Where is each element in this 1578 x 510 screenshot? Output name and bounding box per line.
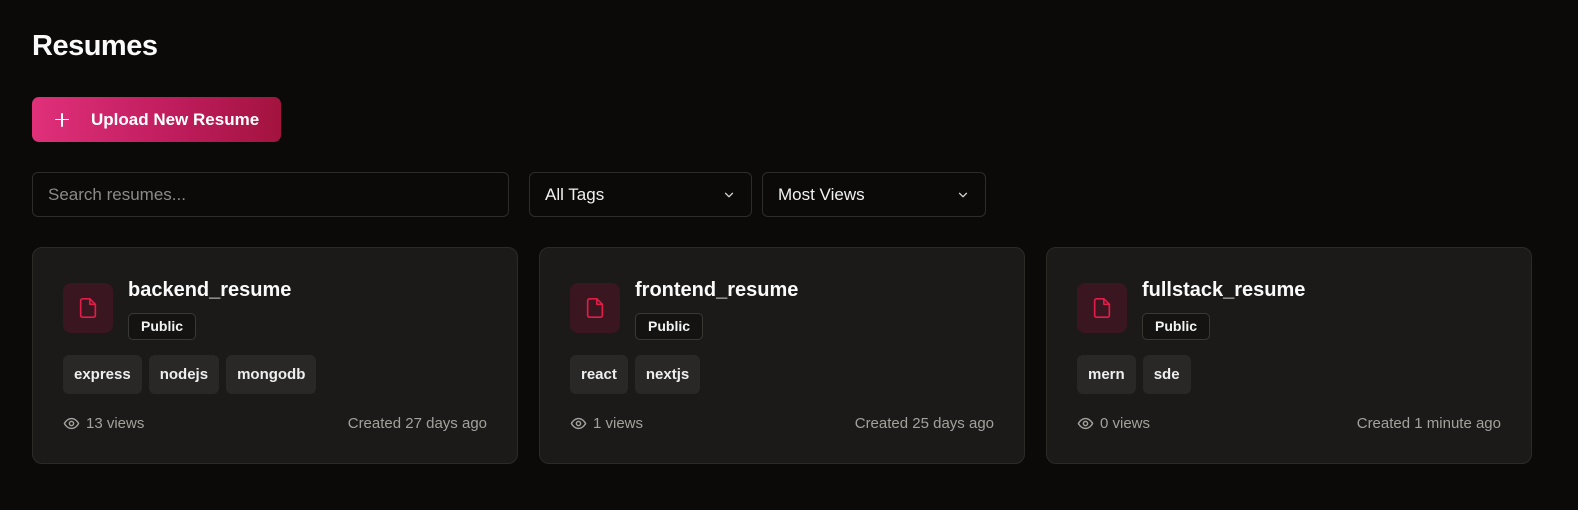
resumes-page: Resumes Upload New Resume All Tags Most … bbox=[0, 0, 1578, 510]
visibility-badge: Public bbox=[635, 313, 704, 340]
tags-filter-select[interactable]: All Tags bbox=[529, 172, 752, 217]
view-count: 13 views bbox=[63, 415, 144, 432]
tag-chip[interactable]: mongodb bbox=[226, 355, 317, 394]
tag-chip[interactable]: express bbox=[63, 355, 142, 394]
created-date: Created 25 days ago bbox=[854, 415, 994, 432]
file-icon bbox=[1077, 283, 1127, 333]
resume-name[interactable]: backend_resume bbox=[128, 279, 291, 302]
tag-chip[interactable]: nextjs bbox=[634, 355, 701, 394]
tag-chip[interactable]: nodejs bbox=[148, 355, 220, 394]
tags-filter-value: All Tags bbox=[545, 184, 605, 204]
resume-name[interactable]: fullstack_resume bbox=[1142, 279, 1305, 302]
view-count-label: 13 views bbox=[86, 415, 145, 432]
tag-chip[interactable]: mern bbox=[1077, 355, 1136, 394]
sort-value: Most Views bbox=[778, 184, 865, 204]
resume-card[interactable]: fullstack_resume Public mern sde 0 views… bbox=[1046, 247, 1532, 464]
plus-icon bbox=[52, 110, 72, 130]
view-count-label: 1 views bbox=[593, 415, 644, 432]
created-date: Created 1 minute ago bbox=[1356, 415, 1501, 432]
resume-card[interactable]: frontend_resume Public react nextjs 1 vi… bbox=[539, 247, 1025, 464]
view-count: 0 views bbox=[1077, 415, 1150, 432]
tag-list: express nodejs mongodb bbox=[63, 355, 317, 394]
created-date: Created 27 days ago bbox=[347, 415, 487, 432]
page-title: Resumes bbox=[32, 30, 158, 62]
file-icon bbox=[63, 283, 113, 333]
search-input[interactable] bbox=[32, 172, 509, 217]
eye-icon bbox=[63, 417, 80, 430]
upload-resume-label: Upload New Resume bbox=[91, 109, 260, 129]
view-count: 1 views bbox=[570, 415, 643, 432]
resume-card[interactable]: backend_resume Public express nodejs mon… bbox=[32, 247, 518, 464]
tag-list: mern sde bbox=[1077, 355, 1191, 394]
sort-select[interactable]: Most Views bbox=[762, 172, 986, 217]
view-count-label: 0 views bbox=[1100, 415, 1151, 432]
upload-resume-button[interactable]: Upload New Resume bbox=[32, 97, 281, 142]
tag-list: react nextjs bbox=[570, 355, 701, 394]
chevron-down-icon bbox=[724, 192, 734, 197]
eye-icon bbox=[1077, 417, 1094, 430]
eye-icon bbox=[570, 417, 587, 430]
chevron-down-icon bbox=[958, 192, 968, 197]
file-icon bbox=[570, 283, 620, 333]
tag-chip[interactable]: sde bbox=[1142, 355, 1191, 394]
tag-chip[interactable]: react bbox=[570, 355, 628, 394]
visibility-badge: Public bbox=[1142, 313, 1211, 340]
visibility-badge: Public bbox=[128, 313, 197, 340]
resume-name[interactable]: frontend_resume bbox=[635, 279, 798, 302]
